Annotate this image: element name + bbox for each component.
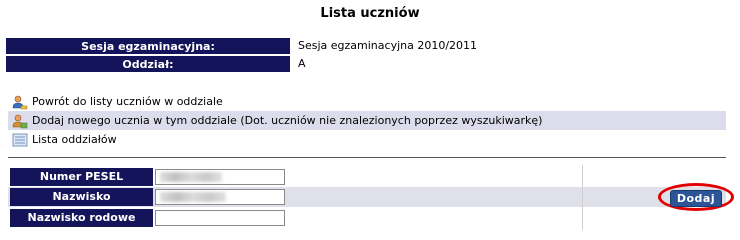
form-row-surname: Nazwisko <box>8 187 726 207</box>
link-add-student[interactable]: Dodaj nowego ucznia w tym oddziale (Dot.… <box>8 111 726 130</box>
link-class-list[interactable]: Lista oddziałów <box>8 130 726 149</box>
class-list-link[interactable]: Lista oddziałów <box>32 133 117 146</box>
back-to-students-link[interactable]: Powrót do listy uczniów w oddziale <box>32 95 223 108</box>
add-button[interactable]: Dodaj <box>670 190 722 207</box>
maiden-name-input[interactable] <box>155 210 285 226</box>
info-row-session: Sesja egzaminacyjna: Sesja egzaminacyjna… <box>6 38 477 54</box>
redacted-pesel <box>160 172 222 182</box>
search-form: Numer PESEL Nazwisko Nazwisko rodowe <box>8 165 726 230</box>
session-label: Sesja egzaminacyjna: <box>6 38 290 54</box>
class-label: Oddział: <box>6 56 290 72</box>
divider <box>8 157 726 158</box>
link-back-to-students[interactable]: Powrót do listy uczniów w oddziale <box>8 92 726 111</box>
surname-label: Nazwisko <box>10 188 153 206</box>
page-title: Lista uczniów <box>320 6 420 21</box>
column-separator <box>582 165 583 230</box>
user-add-icon <box>12 113 28 129</box>
form-row-pesel: Numer PESEL <box>8 167 726 187</box>
session-value: Sesja egzaminacyjna 2010/2011 <box>298 39 478 52</box>
pesel-label: Numer PESEL <box>10 168 153 186</box>
form-row-maiden-name: Nazwisko rodowe <box>8 207 726 227</box>
list-icon <box>12 132 28 148</box>
maiden-name-label: Nazwisko rodowe <box>10 209 153 227</box>
class-value: A <box>298 57 306 70</box>
user-back-icon <box>12 94 28 110</box>
info-row-class: Oddział: A <box>6 56 306 72</box>
redacted-surname <box>160 192 226 202</box>
add-student-link[interactable]: Dodaj nowego ucznia w tym oddziale (Dot.… <box>32 114 542 127</box>
